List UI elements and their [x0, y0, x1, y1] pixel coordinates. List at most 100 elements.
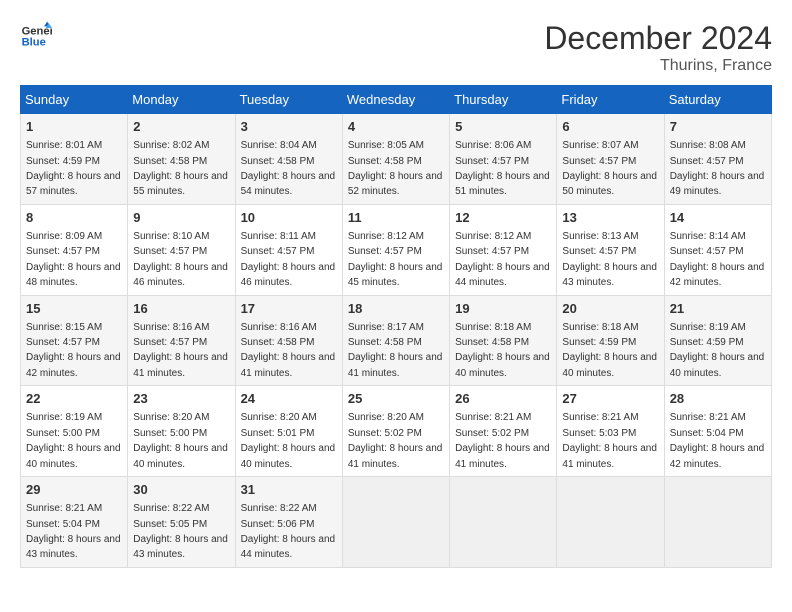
- day-number: 13: [562, 209, 658, 227]
- calendar-day-cell: [664, 477, 771, 568]
- calendar-day-cell: [450, 477, 557, 568]
- calendar-day-cell: 24 Sunrise: 8:20 AMSunset: 5:01 PMDaylig…: [235, 386, 342, 477]
- day-number: 31: [241, 481, 337, 499]
- calendar-header-row: SundayMondayTuesdayWednesdayThursdayFrid…: [21, 86, 772, 114]
- calendar-day-cell: 11 Sunrise: 8:12 AMSunset: 4:57 PMDaylig…: [342, 204, 449, 295]
- location-title: Thurins, France: [544, 57, 772, 75]
- day-detail: Sunrise: 8:19 AMSunset: 5:00 PMDaylight:…: [26, 412, 121, 469]
- calendar-day-cell: 17 Sunrise: 8:16 AMSunset: 4:58 PMDaylig…: [235, 295, 342, 386]
- calendar-day-cell: 5 Sunrise: 8:06 AMSunset: 4:57 PMDayligh…: [450, 114, 557, 205]
- day-detail: Sunrise: 8:22 AMSunset: 5:06 PMDaylight:…: [241, 503, 336, 560]
- calendar-week-row: 29 Sunrise: 8:21 AMSunset: 5:04 PMDaylig…: [21, 477, 772, 568]
- day-detail: Sunrise: 8:01 AMSunset: 4:59 PMDaylight:…: [26, 140, 121, 197]
- calendar-day-cell: 29 Sunrise: 8:21 AMSunset: 5:04 PMDaylig…: [21, 477, 128, 568]
- day-detail: Sunrise: 8:16 AMSunset: 4:58 PMDaylight:…: [241, 322, 336, 379]
- day-detail: Sunrise: 8:20 AMSunset: 5:01 PMDaylight:…: [241, 412, 336, 469]
- day-detail: Sunrise: 8:18 AMSunset: 4:59 PMDaylight:…: [562, 322, 657, 379]
- day-detail: Sunrise: 8:20 AMSunset: 5:00 PMDaylight:…: [133, 412, 228, 469]
- day-number: 16: [133, 300, 229, 318]
- calendar-week-row: 15 Sunrise: 8:15 AMSunset: 4:57 PMDaylig…: [21, 295, 772, 386]
- day-number: 14: [670, 209, 766, 227]
- calendar-day-cell: 25 Sunrise: 8:20 AMSunset: 5:02 PMDaylig…: [342, 386, 449, 477]
- weekday-header: Monday: [128, 86, 235, 114]
- calendar-day-cell: 10 Sunrise: 8:11 AMSunset: 4:57 PMDaylig…: [235, 204, 342, 295]
- calendar-day-cell: 28 Sunrise: 8:21 AMSunset: 5:04 PMDaylig…: [664, 386, 771, 477]
- calendar-day-cell: 31 Sunrise: 8:22 AMSunset: 5:06 PMDaylig…: [235, 477, 342, 568]
- day-number: 24: [241, 390, 337, 408]
- calendar-day-cell: 13 Sunrise: 8:13 AMSunset: 4:57 PMDaylig…: [557, 204, 664, 295]
- calendar-week-row: 22 Sunrise: 8:19 AMSunset: 5:00 PMDaylig…: [21, 386, 772, 477]
- day-detail: Sunrise: 8:04 AMSunset: 4:58 PMDaylight:…: [241, 140, 336, 197]
- weekday-header: Tuesday: [235, 86, 342, 114]
- day-number: 20: [562, 300, 658, 318]
- day-detail: Sunrise: 8:05 AMSunset: 4:58 PMDaylight:…: [348, 140, 443, 197]
- day-number: 12: [455, 209, 551, 227]
- calendar-day-cell: 7 Sunrise: 8:08 AMSunset: 4:57 PMDayligh…: [664, 114, 771, 205]
- day-number: 7: [670, 118, 766, 136]
- day-number: 18: [348, 300, 444, 318]
- day-detail: Sunrise: 8:11 AMSunset: 4:57 PMDaylight:…: [241, 231, 336, 288]
- day-detail: Sunrise: 8:10 AMSunset: 4:57 PMDaylight:…: [133, 231, 228, 288]
- calendar-day-cell: [557, 477, 664, 568]
- day-detail: Sunrise: 8:12 AMSunset: 4:57 PMDaylight:…: [348, 231, 443, 288]
- calendar-table: SundayMondayTuesdayWednesdayThursdayFrid…: [20, 85, 772, 568]
- month-title: December 2024: [544, 20, 772, 57]
- day-detail: Sunrise: 8:09 AMSunset: 4:57 PMDaylight:…: [26, 231, 121, 288]
- calendar-day-cell: 14 Sunrise: 8:14 AMSunset: 4:57 PMDaylig…: [664, 204, 771, 295]
- day-number: 19: [455, 300, 551, 318]
- day-number: 30: [133, 481, 229, 499]
- calendar-day-cell: 20 Sunrise: 8:18 AMSunset: 4:59 PMDaylig…: [557, 295, 664, 386]
- day-number: 4: [348, 118, 444, 136]
- weekday-header: Saturday: [664, 86, 771, 114]
- day-number: 5: [455, 118, 551, 136]
- calendar-day-cell: 15 Sunrise: 8:15 AMSunset: 4:57 PMDaylig…: [21, 295, 128, 386]
- day-detail: Sunrise: 8:21 AMSunset: 5:04 PMDaylight:…: [670, 412, 765, 469]
- day-detail: Sunrise: 8:06 AMSunset: 4:57 PMDaylight:…: [455, 140, 550, 197]
- day-number: 2: [133, 118, 229, 136]
- day-detail: Sunrise: 8:18 AMSunset: 4:58 PMDaylight:…: [455, 322, 550, 379]
- day-detail: Sunrise: 8:12 AMSunset: 4:57 PMDaylight:…: [455, 231, 550, 288]
- weekday-header: Sunday: [21, 86, 128, 114]
- calendar-day-cell: 22 Sunrise: 8:19 AMSunset: 5:00 PMDaylig…: [21, 386, 128, 477]
- day-detail: Sunrise: 8:07 AMSunset: 4:57 PMDaylight:…: [562, 140, 657, 197]
- calendar-day-cell: 8 Sunrise: 8:09 AMSunset: 4:57 PMDayligh…: [21, 204, 128, 295]
- calendar-day-cell: 1 Sunrise: 8:01 AMSunset: 4:59 PMDayligh…: [21, 114, 128, 205]
- day-number: 8: [26, 209, 122, 227]
- calendar-day-cell: 18 Sunrise: 8:17 AMSunset: 4:58 PMDaylig…: [342, 295, 449, 386]
- calendar-day-cell: 3 Sunrise: 8:04 AMSunset: 4:58 PMDayligh…: [235, 114, 342, 205]
- day-number: 15: [26, 300, 122, 318]
- day-detail: Sunrise: 8:14 AMSunset: 4:57 PMDaylight:…: [670, 231, 765, 288]
- day-detail: Sunrise: 8:20 AMSunset: 5:02 PMDaylight:…: [348, 412, 443, 469]
- day-detail: Sunrise: 8:17 AMSunset: 4:58 PMDaylight:…: [348, 322, 443, 379]
- day-number: 29: [26, 481, 122, 499]
- day-number: 27: [562, 390, 658, 408]
- calendar-day-cell: 26 Sunrise: 8:21 AMSunset: 5:02 PMDaylig…: [450, 386, 557, 477]
- day-detail: Sunrise: 8:16 AMSunset: 4:57 PMDaylight:…: [133, 322, 228, 379]
- day-detail: Sunrise: 8:08 AMSunset: 4:57 PMDaylight:…: [670, 140, 765, 197]
- day-number: 10: [241, 209, 337, 227]
- day-number: 1: [26, 118, 122, 136]
- title-area: December 2024 Thurins, France: [544, 20, 772, 75]
- calendar-week-row: 8 Sunrise: 8:09 AMSunset: 4:57 PMDayligh…: [21, 204, 772, 295]
- calendar-day-cell: 4 Sunrise: 8:05 AMSunset: 4:58 PMDayligh…: [342, 114, 449, 205]
- day-detail: Sunrise: 8:21 AMSunset: 5:03 PMDaylight:…: [562, 412, 657, 469]
- day-detail: Sunrise: 8:21 AMSunset: 5:02 PMDaylight:…: [455, 412, 550, 469]
- weekday-header: Friday: [557, 86, 664, 114]
- day-detail: Sunrise: 8:02 AMSunset: 4:58 PMDaylight:…: [133, 140, 228, 197]
- logo-icon: General Blue: [20, 20, 52, 52]
- day-number: 11: [348, 209, 444, 227]
- weekday-header: Wednesday: [342, 86, 449, 114]
- calendar-day-cell: 30 Sunrise: 8:22 AMSunset: 5:05 PMDaylig…: [128, 477, 235, 568]
- day-number: 26: [455, 390, 551, 408]
- day-detail: Sunrise: 8:15 AMSunset: 4:57 PMDaylight:…: [26, 322, 121, 379]
- calendar-day-cell: 27 Sunrise: 8:21 AMSunset: 5:03 PMDaylig…: [557, 386, 664, 477]
- day-number: 6: [562, 118, 658, 136]
- day-number: 3: [241, 118, 337, 136]
- svg-text:Blue: Blue: [22, 37, 46, 49]
- calendar-day-cell: 12 Sunrise: 8:12 AMSunset: 4:57 PMDaylig…: [450, 204, 557, 295]
- day-detail: Sunrise: 8:19 AMSunset: 4:59 PMDaylight:…: [670, 322, 765, 379]
- calendar-day-cell: 2 Sunrise: 8:02 AMSunset: 4:58 PMDayligh…: [128, 114, 235, 205]
- day-number: 9: [133, 209, 229, 227]
- day-detail: Sunrise: 8:21 AMSunset: 5:04 PMDaylight:…: [26, 503, 121, 560]
- day-number: 22: [26, 390, 122, 408]
